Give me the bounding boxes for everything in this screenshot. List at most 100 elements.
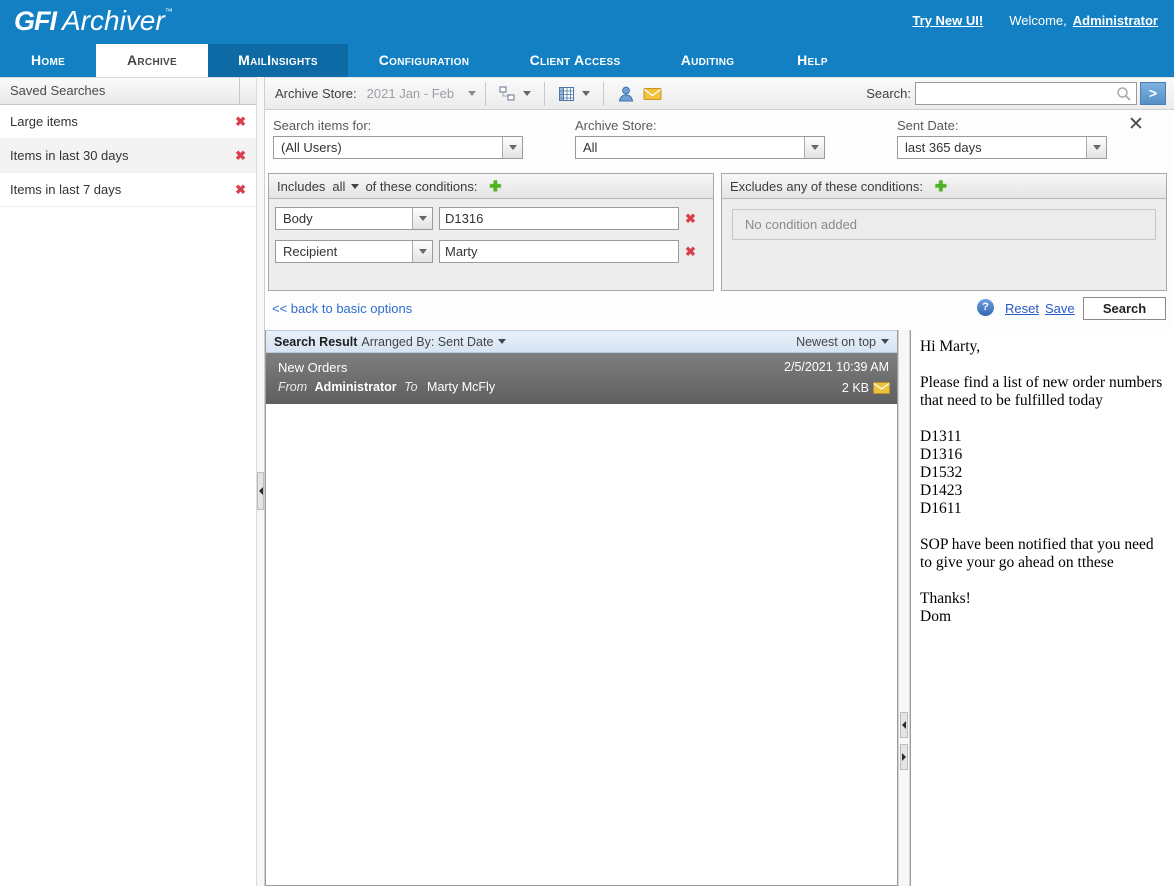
saved-search-label: Items in last 30 days: [10, 148, 129, 163]
delete-saved-search-icon[interactable]: ✖: [235, 173, 246, 207]
includes-match-value[interactable]: all: [332, 179, 345, 194]
select-value: Recipient: [283, 244, 337, 259]
toolbar-separator: [603, 82, 604, 106]
select-value: last 365 days: [905, 140, 982, 155]
email-date: 2/5/2021 10:39 AM: [784, 360, 889, 374]
preview-splitter[interactable]: [898, 330, 910, 886]
search-items-for-select[interactable]: (All Users): [273, 136, 523, 159]
condition-row: Body ✖: [269, 207, 713, 232]
sidebar-splitter[interactable]: [256, 77, 265, 886]
results-title: Search Result: [274, 335, 357, 349]
gfi-archiver-logo: GFIArchiver™: [14, 5, 173, 37]
select-value: (All Users): [281, 140, 342, 155]
email-preview-pane: Hi Marty, Please find a list of new orde…: [910, 330, 1174, 886]
quick-search-input[interactable]: [918, 84, 1108, 103]
search-label: Search:: [866, 86, 911, 101]
archive-store-select[interactable]: All: [575, 136, 825, 159]
sort-field-chevron-icon[interactable]: [498, 339, 506, 344]
archive-store-label: Archive Store:: [575, 118, 657, 133]
delete-saved-search-icon[interactable]: ✖: [235, 105, 246, 139]
view-columns-button[interactable]: [554, 83, 594, 105]
arranged-by-label[interactable]: Arranged By: Sent Date: [361, 335, 493, 349]
saved-search-label: Large items: [10, 114, 78, 129]
includes-word: Includes: [277, 179, 325, 194]
magnifier-icon: [1116, 86, 1132, 102]
includes-header: Includes all of these conditions: ✚: [269, 174, 713, 199]
remove-condition-icon[interactable]: ✖: [685, 207, 696, 231]
envelope-icon: [873, 382, 890, 394]
administrator-link[interactable]: Administrator: [1073, 13, 1158, 28]
remove-condition-icon[interactable]: ✖: [685, 240, 696, 264]
search-go-button[interactable]: >: [1140, 82, 1166, 105]
preview-paragraph: Hi Marty,: [920, 338, 1168, 356]
no-condition-placeholder: No condition added: [732, 209, 1156, 240]
email-sender: Administrator: [315, 380, 397, 394]
collapse-preview-handle[interactable]: [900, 712, 908, 738]
chevron-down-icon: [1086, 137, 1106, 158]
tab-auditing[interactable]: Auditing: [650, 44, 765, 77]
main-nav: Home Archive MailInsights Configuration …: [0, 44, 1174, 77]
tab-home[interactable]: Home: [0, 44, 96, 77]
tab-client-access[interactable]: Client Access: [500, 44, 650, 77]
tab-mailinsights[interactable]: MailInsights: [208, 44, 348, 77]
from-label: From: [278, 380, 307, 394]
chevron-down-icon[interactable]: [351, 184, 359, 189]
collapse-sidebar-handle[interactable]: [257, 472, 264, 510]
tab-configuration[interactable]: Configuration: [348, 44, 500, 77]
welcome-text: Welcome,: [1009, 13, 1067, 28]
delete-saved-search-icon[interactable]: ✖: [235, 139, 246, 173]
sent-date-select[interactable]: last 365 days: [897, 136, 1107, 159]
logo-brand: GFI: [14, 6, 56, 36]
quick-search-area: Search: >: [866, 82, 1166, 105]
results-header: Search Result Arranged By: Sent Date New…: [266, 330, 897, 353]
archive-toolbar: Archive Store: 2021 Jan - Feb: [265, 77, 1174, 110]
toolbar-separator: [485, 82, 486, 106]
gfi-archiver-app: GFIArchiver™ Try New UI! Welcome, Administ…: [0, 0, 1174, 886]
tab-help[interactable]: Help: [765, 44, 860, 77]
save-link[interactable]: Save: [1045, 301, 1075, 316]
logo-product: Archiver: [62, 5, 165, 36]
condition-value-input[interactable]: [439, 240, 679, 263]
condition-field-select[interactable]: Recipient: [275, 240, 433, 263]
help-icon[interactable]: ?: [977, 299, 994, 316]
sort-order-control[interactable]: Newest on top: [796, 335, 889, 349]
toolbar-separator: [544, 82, 545, 106]
condition-field-select[interactable]: Body: [275, 207, 433, 230]
chevron-down-icon: [412, 241, 432, 262]
columns-icon: [558, 86, 575, 102]
saved-searches-panel: Saved Searches Large items ✖ Items in la…: [0, 77, 256, 886]
select-value: All: [583, 140, 597, 155]
mailbox-button[interactable]: [639, 83, 666, 104]
search-button[interactable]: Search: [1083, 297, 1166, 320]
saved-search-large-items[interactable]: Large items ✖: [0, 105, 256, 139]
mail-icon: [643, 86, 662, 101]
email-recipient: Marty McFly: [427, 380, 495, 394]
saved-search-last-30-days[interactable]: Items in last 30 days ✖: [0, 139, 256, 173]
user-icon: [617, 85, 635, 102]
add-exclude-condition-icon[interactable]: ✚: [935, 178, 947, 195]
add-include-condition-icon[interactable]: ✚: [489, 178, 501, 195]
includes-suffix: of these conditions:: [365, 179, 477, 194]
expand-preview-handle[interactable]: [900, 744, 908, 770]
chevron-down-icon: [804, 137, 824, 158]
email-size: 2 KB: [842, 381, 869, 395]
preview-paragraph: Thanks! Dom: [920, 590, 1168, 626]
back-to-basic-options-link[interactable]: << back to basic options: [272, 301, 412, 316]
browse-folders-button[interactable]: [495, 83, 535, 105]
archive-store-toolbar-combo[interactable]: 2021 Jan - Feb: [367, 86, 476, 101]
saved-search-last-7-days[interactable]: Items in last 7 days ✖: [0, 173, 256, 207]
excludes-title: Excludes any of these conditions:: [730, 179, 923, 194]
archive-store-toolbar-value: 2021 Jan - Feb: [367, 86, 454, 101]
try-new-ui-link[interactable]: Try New UI!: [912, 13, 983, 28]
excludes-conditions-box: Excludes any of these conditions: ✚ No c…: [721, 173, 1167, 291]
quick-search-box: [915, 82, 1137, 105]
close-search-panel-icon[interactable]: ✕: [1128, 115, 1144, 134]
condition-value-input[interactable]: [439, 207, 679, 230]
result-email-row[interactable]: New Orders 2/5/2021 10:39 AM From Admini…: [266, 353, 897, 404]
header-grip: [239, 78, 240, 104]
chevron-down-icon: [523, 91, 531, 96]
excludes-header: Excludes any of these conditions: ✚: [722, 174, 1166, 199]
user-info-button[interactable]: [613, 82, 639, 105]
reset-link[interactable]: Reset: [1005, 301, 1039, 316]
tab-archive[interactable]: Archive: [96, 44, 208, 77]
